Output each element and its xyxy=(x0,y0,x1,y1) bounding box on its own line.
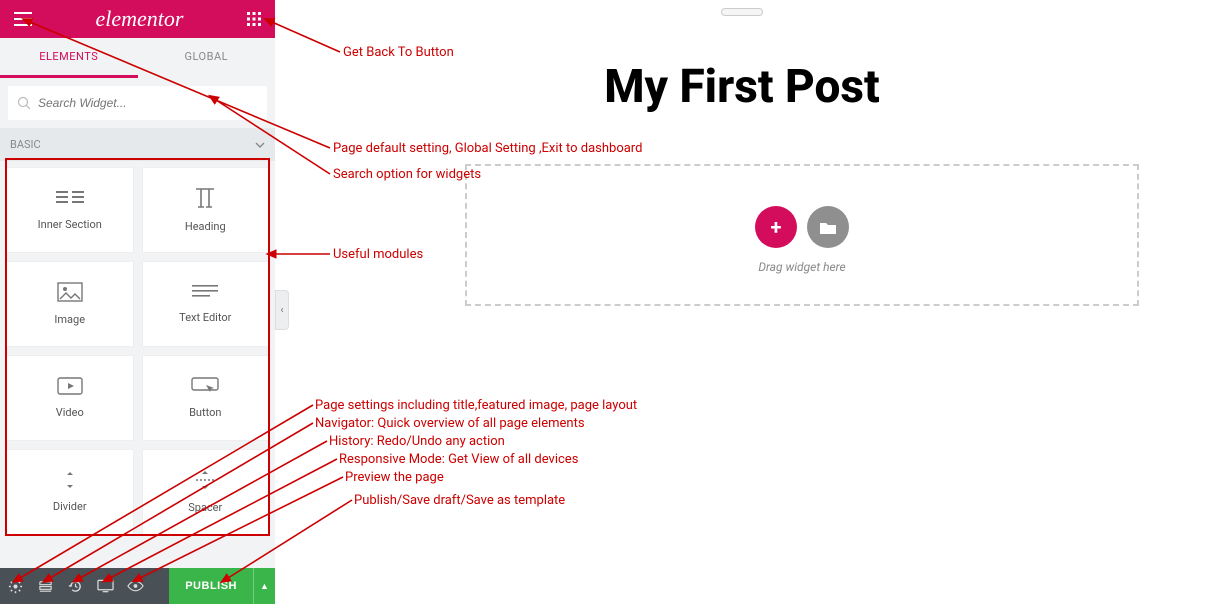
video-icon xyxy=(57,377,83,398)
widgets-grid: Inner Section Heading Image Text Editor … xyxy=(0,161,275,541)
widget-label: Spacer xyxy=(188,501,222,514)
chevron-down-icon xyxy=(255,138,265,151)
widget-label: Inner Section xyxy=(38,218,102,231)
image-icon xyxy=(57,282,83,305)
text-editor-icon xyxy=(192,284,218,303)
app-logo: elementor xyxy=(96,6,184,32)
divider-icon xyxy=(59,471,81,492)
canvas: My First Post + Drag widget here xyxy=(275,0,1209,604)
heading-icon xyxy=(192,187,218,212)
sidebar-header: elementor xyxy=(0,0,275,38)
widget-image[interactable]: Image xyxy=(6,261,134,347)
page-title: My First Post xyxy=(275,60,1209,114)
section-basic-head[interactable]: BASIC xyxy=(0,128,275,161)
widget-label: Button xyxy=(189,406,221,419)
widget-text-editor[interactable]: Text Editor xyxy=(142,261,270,347)
sidebar-tabs: ELEMENTS GLOBAL xyxy=(0,38,275,78)
widget-button[interactable]: Button xyxy=(142,355,270,441)
dropzone[interactable]: + Drag widget here xyxy=(465,164,1139,306)
widget-label: Heading xyxy=(185,220,226,233)
inner-section-icon xyxy=(56,189,84,210)
tab-elements[interactable]: ELEMENTS xyxy=(0,38,138,78)
responsive-icon[interactable] xyxy=(90,568,120,604)
widget-label: Text Editor xyxy=(179,311,231,324)
section-basic-label: BASIC xyxy=(10,138,41,151)
sidebar-footer: PUBLISH ▲ xyxy=(0,568,275,604)
search-container xyxy=(0,78,275,128)
publish-more-button[interactable]: ▲ xyxy=(253,568,275,604)
navigator-icon[interactable] xyxy=(30,568,60,604)
search-input[interactable] xyxy=(8,86,267,120)
page-settings-icon[interactable] xyxy=(0,568,30,604)
sidebar: elementor ELEMENTS GLOBAL BASIC xyxy=(0,0,275,604)
tab-global[interactable]: GLOBAL xyxy=(138,38,276,78)
widgets-grid-icon[interactable] xyxy=(247,12,261,26)
widget-heading[interactable]: Heading xyxy=(142,167,270,253)
preview-icon[interactable] xyxy=(120,568,150,604)
widget-label: Divider xyxy=(53,500,87,513)
widget-label: Video xyxy=(56,406,84,419)
spacer-icon xyxy=(194,470,216,493)
button-icon xyxy=(191,377,219,398)
menu-icon[interactable] xyxy=(14,12,32,26)
search-icon xyxy=(17,95,31,114)
publish-button[interactable]: PUBLISH xyxy=(169,568,253,604)
section-drag-handle[interactable] xyxy=(721,8,763,16)
add-section-button[interactable]: + xyxy=(755,206,797,248)
history-icon[interactable] xyxy=(60,568,90,604)
template-library-button[interactable] xyxy=(807,206,849,248)
dropzone-text: Drag widget here xyxy=(758,260,845,274)
widget-video[interactable]: Video xyxy=(6,355,134,441)
widget-divider[interactable]: Divider xyxy=(6,449,134,535)
widget-label: Image xyxy=(54,313,85,326)
widget-inner-section[interactable]: Inner Section xyxy=(6,167,134,253)
widget-spacer[interactable]: Spacer xyxy=(142,449,270,535)
collapse-sidebar-button[interactable]: ‹ xyxy=(275,290,289,330)
